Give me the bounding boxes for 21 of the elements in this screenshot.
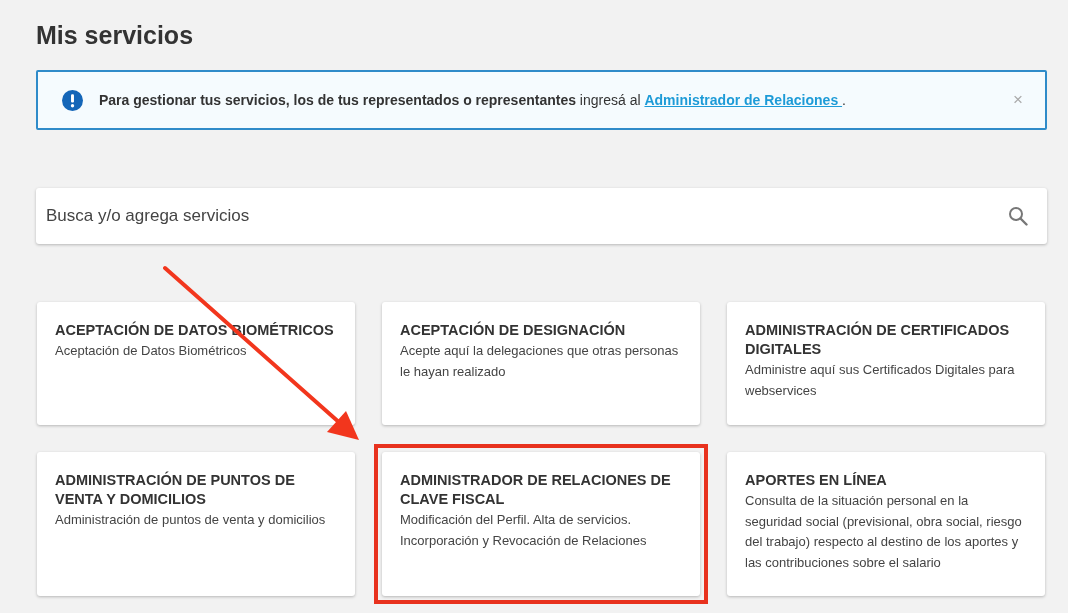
service-card[interactable]: ADMINISTRACIÓN DE PUNTOS DE VENTA Y DOMICILIOS Administración de puntos de venta y domicilios [37, 452, 355, 596]
service-title: ADMINISTRACIÓN DE PUNTOS DE VENTA Y DOMICILIOS [55, 471, 296, 509]
service-title: ADMINISTRADOR DE RELACIONES DE CLAVE FISCAL [400, 471, 672, 509]
page-title: Mis servicios [36, 20, 195, 51]
service-card[interactable]: ADMINISTRADOR DE RELACIONES DE CLAVE FISCAL Modificación del Perfil. Alta de servicios. Incorporación y Revocación de Relaciones [382, 452, 700, 596]
service-description: Aceptación de Datos Biométricos [55, 342, 248, 360]
exclamation-icon [62, 89, 83, 111]
service-description: Consulta de la situación personal en la seguridad social (previsional, obra social, riesgo del trabajo) respecto al destino de los aportes y las contribuciones sobre el salario [745, 492, 1023, 572]
service-card[interactable]: ACEPTACIÓN DE DESIGNACIÓN Acepte aquí la delegaciones que otras personas le hayan realizado [382, 302, 700, 425]
service-description: Administración de puntos de venta y domicilios [55, 511, 327, 529]
search-field[interactable]: Busca y/o agrega servicios [36, 188, 1047, 244]
service-card[interactable]: ADMINISTRACIÓN DE CERTIFICADOS DIGITALES Administre aquí sus Certificados Digitales para webservices [727, 302, 1045, 425]
service-title: ADMINISTRACIÓN DE CERTIFICADOS DIGITALES [745, 321, 1011, 359]
alert-message: Para gestionar tus servicios, los de tus representados o representantes ingresá al Administrador de Relaciones . [99, 92, 847, 108]
service-title: ACEPTACIÓN DE DESIGNACIÓN [400, 321, 627, 340]
service-card[interactable]: APORTES EN LÍNEA Consulta de la situación personal en la seguridad social (previsional, obra social, riesgo del trabajo) respecto al destino de los aportes y las contribuciones sobre el salario [727, 452, 1045, 596]
service-description: Administre aquí sus Certificados Digitales para webservices [745, 361, 1016, 400]
service-description: Acepte aquí la delegaciones que otras personas le hayan realizado [400, 342, 680, 381]
search-icon[interactable] [1008, 206, 1028, 226]
service-description: Modificación del Perfil. Alta de servicios. Incorporación y Revocación de Relaciones [400, 511, 648, 550]
service-title: APORTES EN LÍNEA [745, 471, 888, 490]
